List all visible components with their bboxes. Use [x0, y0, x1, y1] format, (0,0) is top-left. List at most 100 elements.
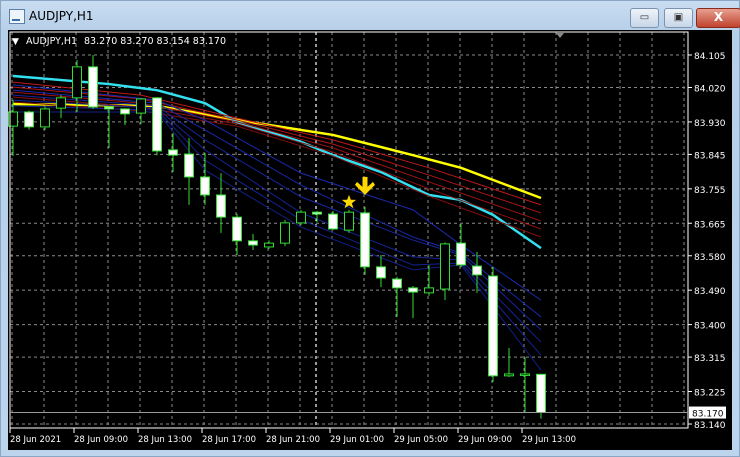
time-axis-label: 28 Jun 17:00: [202, 435, 256, 445]
bearish-candle-body: [104, 106, 114, 110]
bearish-candle-body: [24, 111, 34, 128]
price-axis-label: 83.225: [694, 389, 726, 399]
time-axis-label: 28 Jun 13:00: [138, 435, 192, 445]
candle: [120, 108, 130, 125]
candle: [216, 173, 226, 233]
title-bar[interactable]: AUDJPY,H1 ▭ ▣ X: [1, 1, 740, 29]
candles: [8, 55, 546, 419]
candle: [536, 373, 546, 419]
close-button[interactable]: X: [696, 8, 740, 28]
candle: [328, 211, 338, 231]
candle: [376, 254, 386, 288]
bearish-candle-body: [312, 211, 322, 215]
bearish-candle-body: [120, 108, 130, 115]
candle: [232, 213, 242, 255]
ma-line-blue-1: [12, 84, 542, 301]
bearish-candle-body: [216, 194, 226, 218]
candle: [280, 219, 290, 247]
time-axis-label: 29 Jun 01:00: [330, 435, 384, 445]
price-axis-label: 83.490: [694, 287, 726, 297]
candle: [520, 357, 530, 413]
ma-line-blue-2: [12, 89, 542, 318]
bearish-candle-body: [376, 266, 386, 279]
candle: [152, 97, 162, 156]
candle: [456, 224, 466, 268]
bullish-candle-body: [440, 243, 450, 290]
time-axis-label: 28 Jun 2021: [10, 435, 61, 445]
bearish-candle-body: [184, 153, 194, 178]
time-axis-label: 28 Jun 09:00: [74, 435, 128, 445]
candle: [360, 206, 370, 275]
bullish-candle-body: [520, 373, 530, 376]
bearish-candle-body: [472, 265, 482, 276]
bearish-candle-body: [200, 176, 210, 196]
candle: [184, 137, 194, 205]
ma-line-blue-6: [13, 111, 542, 371]
price-axis-label: 83.845: [694, 151, 726, 161]
bearish-candle-body: [152, 97, 162, 152]
candle: [88, 55, 98, 109]
price-axis-label: 84.020: [694, 85, 726, 95]
time-axis-label: 29 Jun 05:00: [394, 435, 448, 445]
bullish-candle-body: [296, 211, 306, 224]
bullish-candle-body: [280, 222, 290, 244]
bullish-candle-body: [40, 108, 50, 128]
candle: [296, 209, 306, 226]
candle: [392, 276, 402, 317]
price-axis-label: 84.105: [694, 52, 726, 62]
maximize-button[interactable]: ▣: [664, 8, 693, 28]
time-axis-label: 28 Jun 21:00: [266, 435, 320, 445]
bullish-candle-body: [424, 287, 434, 294]
minimize-button[interactable]: ▭: [630, 8, 659, 28]
price-axis-label: 83.930: [694, 119, 726, 129]
ma-line-yellow: [12, 102, 542, 200]
candle: [200, 152, 210, 205]
price-chart[interactable]: 84.105 84.020 83.930 83.845 83.755 83.665 83.5…: [8, 30, 732, 450]
candle: [40, 106, 50, 130]
candle: [56, 95, 66, 119]
dropdown-triangle-icon[interactable]: ▼: [12, 37, 19, 47]
bullish-candle-body: [56, 97, 66, 109]
candle: [440, 242, 450, 301]
candle: [264, 240, 274, 249]
bullish-candle-body: [504, 373, 514, 377]
bullish-candle-body: [72, 66, 82, 99]
candle: [408, 285, 418, 319]
chart-canvas[interactable]: 84.105 84.020 83.930 83.845 83.755 83.665 83.5…: [8, 30, 732, 450]
candle: [424, 264, 434, 296]
current-price-label: 83.170: [692, 410, 724, 420]
bearish-candle-body: [328, 213, 338, 230]
price-axis-label: 83.315: [694, 354, 726, 364]
candle: [168, 133, 178, 173]
bearish-candle-body: [536, 373, 546, 414]
signals: [341, 176, 375, 209]
bearish-candle-body: [232, 216, 242, 242]
bullish-candle-body: [264, 242, 274, 248]
bullish-candle-body: [136, 98, 146, 114]
ma-line-blue-5: [12, 105, 542, 356]
bearish-candle-body: [168, 149, 178, 156]
price-axis-label: 83.580: [694, 253, 726, 263]
chart-window-icon: [9, 9, 25, 24]
candle: [344, 209, 354, 233]
candle: [488, 266, 498, 382]
star-signal-icon: [341, 194, 357, 209]
time-axis-label: 29 Jun 09:00: [458, 435, 512, 445]
bullish-candle-body: [344, 211, 354, 231]
ma-line-blue-4: [12, 99, 542, 343]
bearish-candle-body: [360, 212, 370, 268]
candle: [136, 97, 146, 124]
bearish-candle-body: [248, 240, 258, 246]
window-title: AUDJPY,H1: [29, 9, 94, 23]
bearish-candle-body: [456, 242, 466, 266]
ma-line-red-4: [12, 96, 542, 230]
time-axis-label: 29 Jun 13:00: [522, 435, 576, 445]
bearish-candle-body: [88, 66, 98, 108]
bearish-candle-body: [488, 275, 498, 377]
chart-ohlc-readout: 83.270 83.270 83.154 83.170: [84, 36, 226, 47]
chart-shift-marker-icon[interactable]: [556, 33, 564, 38]
chart-symbol-label: AUDJPY,H1: [26, 36, 77, 47]
price-axis-label: 83.755: [694, 186, 726, 196]
bearish-candle-body: [392, 278, 402, 289]
price-axis-label: 83.400: [694, 322, 726, 332]
